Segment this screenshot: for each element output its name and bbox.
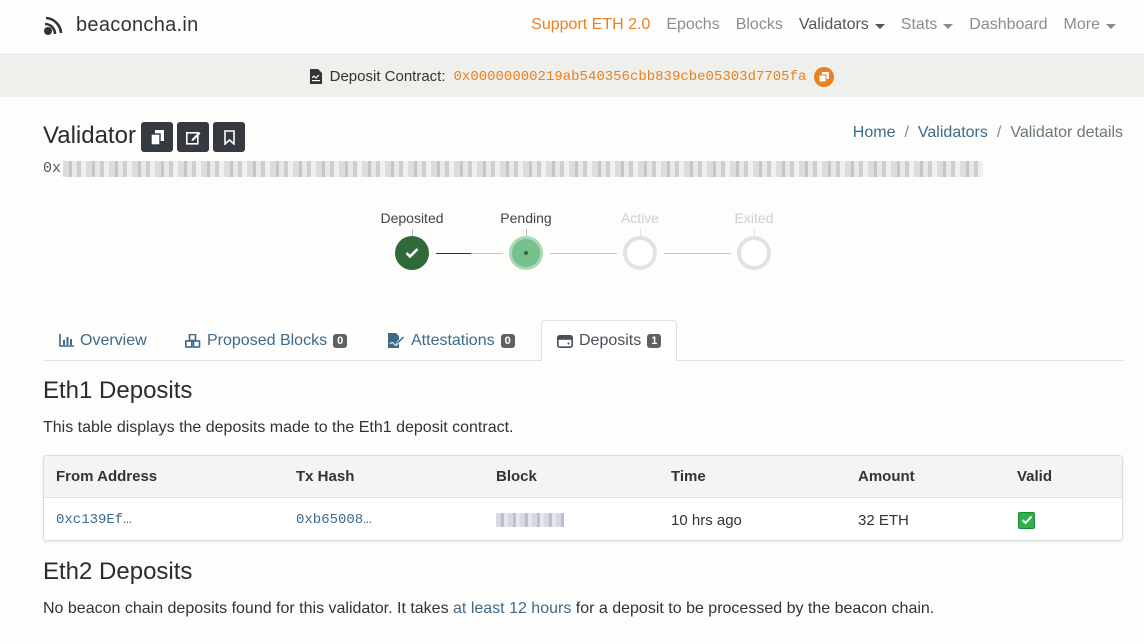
page-title: Validator <box>43 122 136 149</box>
col-block: Block <box>496 468 537 485</box>
tab-deposits-label: Deposits <box>579 332 642 349</box>
step-deposited-circle <box>395 236 429 270</box>
step-exited-label: Exited <box>734 210 774 226</box>
pubkey-redacted <box>63 160 984 177</box>
eth1-deposits-table: From Address Tx Hash Block Time Amount V… <box>43 455 1123 541</box>
nav-blocks[interactable]: Blocks <box>736 16 783 34</box>
breadcrumb: Home / Validators / Validator details <box>853 124 1123 142</box>
step-tick <box>412 229 413 237</box>
tab-overview-label: Overview <box>80 331 147 349</box>
deposit-contract-bar: Deposit Contract: 0x00000000219ab540356c… <box>0 56 1144 97</box>
eth2-desc-after: for a deposit to be processed by the bea… <box>571 600 935 617</box>
step-pending-circle <box>509 236 543 270</box>
nav-epochs[interactable]: Epochs <box>666 16 719 34</box>
wallet-icon <box>557 334 573 348</box>
nav-stats-label: Stats <box>900 16 938 33</box>
nav-more-dropdown[interactable]: More <box>1064 16 1116 34</box>
table-row: 0xc139Ef… 0xb65008… 10 hrs ago 32 ETH <box>44 498 1122 540</box>
eth2-desc-before: No beacon chain deposits found for this … <box>43 600 454 617</box>
nav-more-label: More <box>1063 16 1100 33</box>
pending-dot-icon <box>524 251 528 255</box>
breadcrumb-home[interactable]: Home <box>853 124 896 142</box>
check-icon <box>405 248 419 259</box>
breadcrumb-validators[interactable]: Validators <box>918 124 988 142</box>
step-connector <box>436 253 471 254</box>
caret-down-icon <box>874 23 885 29</box>
deposit-contract-address[interactable]: 0x00000000219ab540356cbb839cbe05303d7705… <box>454 69 807 85</box>
tab-overview[interactable]: Overview <box>59 320 147 361</box>
bookmark-icon <box>223 129 235 145</box>
col-from-address: From Address <box>56 468 158 485</box>
step-exited-circle <box>737 236 771 270</box>
valid-cell <box>1018 498 1035 540</box>
step-connector <box>550 253 617 254</box>
step-tick <box>526 229 527 237</box>
attestations-count-badge: 0 <box>500 333 515 348</box>
tx-hash-link[interactable]: 0xb65008… <box>296 498 372 540</box>
copy-pubkey-button[interactable] <box>141 122 173 152</box>
copy-contract-button[interactable] <box>814 66 835 87</box>
from-address-link[interactable]: 0xc139Ef… <box>56 498 132 540</box>
deposit-contract-label: Deposit Contract: <box>329 68 446 85</box>
eth2-deposits-heading: Eth2 Deposits <box>43 558 193 585</box>
brand-name: beaconcha.in <box>76 14 199 36</box>
step-active-label: Active <box>620 210 660 226</box>
copy-icon <box>150 129 164 145</box>
nav-stats-dropdown[interactable]: Stats <box>900 16 954 34</box>
file-contract-icon <box>309 69 322 84</box>
file-signature-icon <box>388 333 405 348</box>
validator-tabs: Overview Proposed Blocks 0 Attestations … <box>43 320 1123 362</box>
validator-pubkey: 0x <box>43 160 984 177</box>
step-active-circle <box>623 236 657 270</box>
chart-bar-icon <box>59 334 74 347</box>
caret-down-icon <box>943 23 954 29</box>
navbar: beaconcha.in Support ETH 2.0 Epochs Bloc… <box>0 0 1144 55</box>
processing-time-link[interactable]: at least 12 hours <box>453 600 571 617</box>
proposed-blocks-count-badge: 0 <box>333 333 348 348</box>
deposit-amount: 32 ETH <box>858 511 909 529</box>
step-tick <box>754 229 755 237</box>
step-connector <box>664 253 731 254</box>
tab-attestations[interactable]: Attestations 0 <box>388 320 515 361</box>
block-link[interactable] <box>496 498 564 540</box>
breadcrumb-separator: / <box>904 124 909 141</box>
breadcrumb-current: Validator details <box>1010 124 1123 141</box>
edit-name-button[interactable] <box>177 122 209 152</box>
eth1-deposits-heading: Eth1 Deposits <box>43 377 193 404</box>
copy-icon <box>819 71 830 82</box>
breadcrumb-separator: / <box>996 124 1002 141</box>
col-time: Time <box>671 468 706 485</box>
nav-validators-label: Validators <box>798 16 869 33</box>
tab-proposed-blocks-label: Proposed Blocks <box>207 331 328 349</box>
valid-check-icon <box>1018 511 1035 529</box>
eth2-deposits-description: No beacon chain deposits found for this … <box>43 600 934 618</box>
step-pending-label: Pending <box>500 210 552 226</box>
col-tx-hash: Tx Hash <box>296 468 355 485</box>
tab-deposits[interactable]: Deposits 1 <box>541 320 678 362</box>
bookmark-button[interactable] <box>213 122 245 152</box>
deposit-time: 10 hrs ago <box>671 511 742 529</box>
col-valid: Valid <box>1017 468 1053 485</box>
deposits-count-badge: 1 <box>647 334 662 348</box>
step-deposited-label: Deposited <box>380 210 444 226</box>
block-number-redacted <box>496 513 564 527</box>
nav-dashboard[interactable]: Dashboard <box>969 16 1047 34</box>
nav-support-eth2[interactable]: Support ETH 2.0 <box>531 16 650 34</box>
step-connector <box>471 253 503 254</box>
col-amount: Amount <box>858 468 915 485</box>
table-header-row: From Address Tx Hash Block Time Amount V… <box>44 456 1122 498</box>
satellite-dish-icon <box>44 16 63 35</box>
cubes-icon <box>185 333 201 348</box>
eth1-deposits-description: This table displays the deposits made to… <box>43 419 514 436</box>
edit-icon <box>185 131 200 145</box>
nav-validators-dropdown[interactable]: Validators <box>799 16 885 34</box>
pubkey-prefix: 0x <box>43 160 62 177</box>
tab-attestations-label: Attestations <box>411 331 495 349</box>
brand-link[interactable]: beaconcha.in <box>42 14 199 37</box>
step-tick <box>640 229 641 237</box>
tab-proposed-blocks[interactable]: Proposed Blocks 0 <box>185 320 348 361</box>
caret-down-icon <box>1106 23 1116 29</box>
